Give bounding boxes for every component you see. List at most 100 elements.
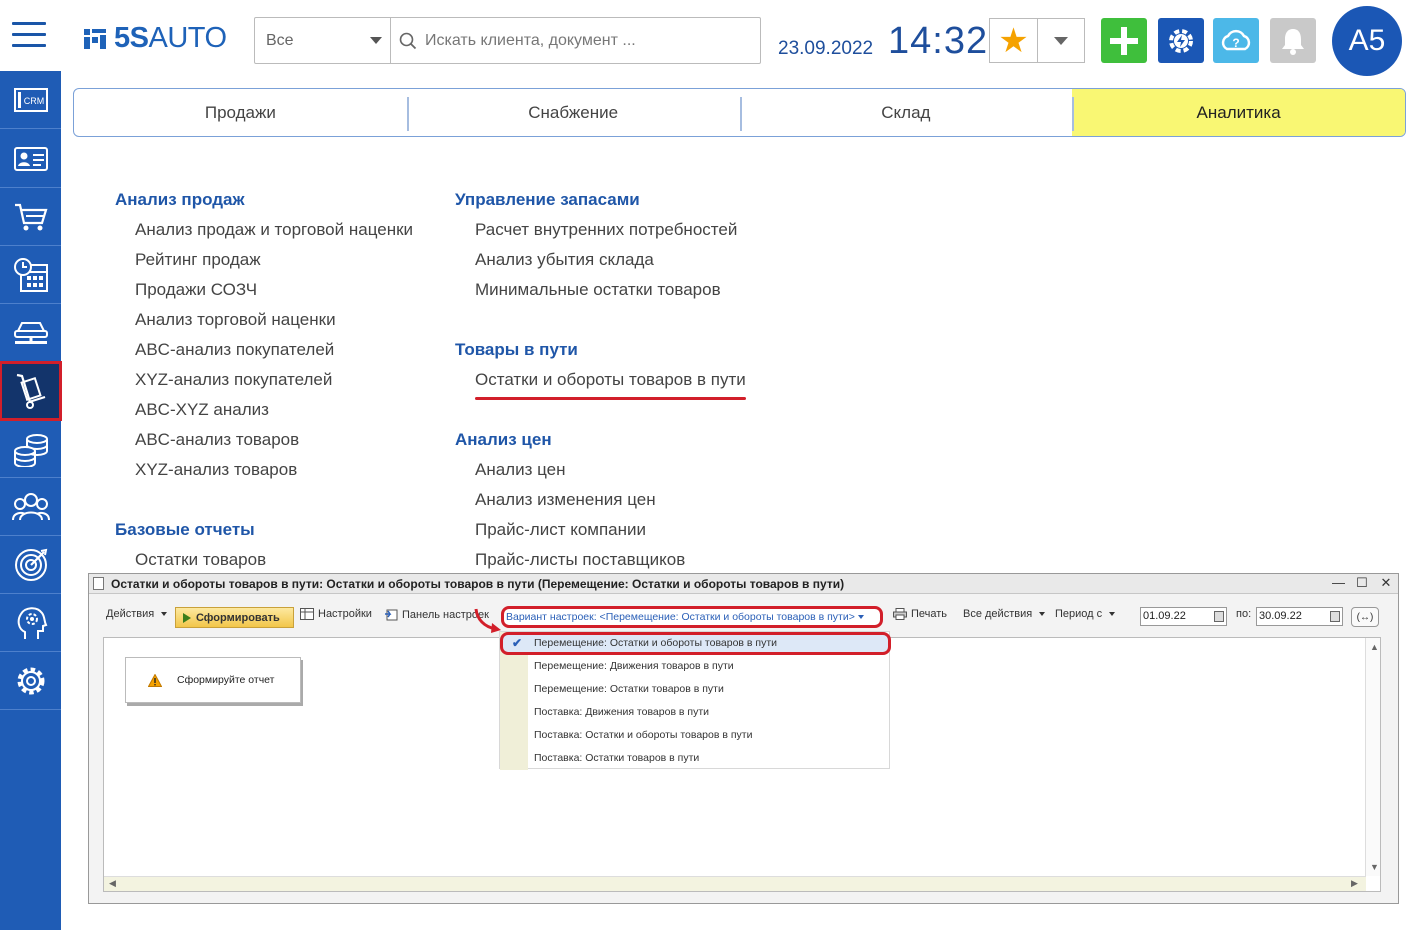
period-select-button[interactable]: (↔) bbox=[1351, 607, 1379, 627]
global-search: Все Искать клиента, документ ... bbox=[254, 17, 761, 64]
menu-link[interactable]: ABC-анализ товаров bbox=[115, 429, 413, 459]
variant-option[interactable]: Перемещение: Остатки и обороты товаров в… bbox=[534, 633, 777, 653]
group-title-goods-in-transit: Товары в пути bbox=[455, 340, 578, 359]
menu-link[interactable]: Прайс-лист компании bbox=[455, 519, 746, 549]
current-time: 14:32 bbox=[888, 20, 989, 62]
menu-link[interactable]: Анализ убытия склада bbox=[455, 249, 746, 279]
all-actions-label: Все действия bbox=[963, 608, 1033, 620]
tab-sales[interactable]: Продажи bbox=[74, 89, 407, 136]
hamburger-menu-icon[interactable] bbox=[12, 22, 46, 48]
period-to-field[interactable]: 30.09.22 bbox=[1256, 607, 1343, 626]
schedule-calendar-icon bbox=[13, 257, 48, 292]
settings-grid-icon bbox=[300, 608, 314, 620]
printer-icon bbox=[893, 608, 907, 620]
variant-option[interactable]: Поставка: Остатки и обороты товаров в пу… bbox=[534, 725, 752, 745]
menu-link[interactable]: XYZ-анализ покупателей bbox=[115, 369, 413, 399]
menu-link[interactable]: Анализ цен bbox=[455, 459, 746, 489]
group-title-stock-management: Управление запасами bbox=[455, 190, 640, 209]
chevron-down-icon bbox=[1054, 36, 1068, 45]
tab-analytics[interactable]: Аналитика bbox=[1072, 89, 1405, 136]
sidebar-item-analytics[interactable] bbox=[0, 594, 61, 652]
print-button[interactable]: Печать bbox=[893, 608, 947, 620]
generate-label: Сформировать bbox=[196, 611, 280, 624]
menu-column-left: Анализ продаж Анализ продаж и торговой н… bbox=[115, 189, 413, 579]
sidebar: CRM bbox=[0, 71, 62, 930]
menu-link[interactable]: Продажи СОЗЧ bbox=[115, 279, 413, 309]
service-settings-button[interactable] bbox=[1158, 18, 1204, 63]
menu-link[interactable]: Анализ изменения цен bbox=[455, 489, 746, 519]
menu-link-goods-in-transit[interactable]: Остатки и обороты товаров в пути bbox=[455, 369, 746, 400]
variant-option[interactable]: Перемещение: Остатки товаров в пути bbox=[534, 679, 724, 699]
app-logo[interactable]: 5SAUTO bbox=[82, 22, 227, 54]
actions-menu[interactable]: Действия bbox=[106, 608, 168, 620]
menu-link[interactable]: Расчет внутренних потребностей bbox=[455, 219, 746, 249]
warehouse-trolley-icon bbox=[16, 373, 45, 409]
close-button[interactable]: ✕ bbox=[1380, 575, 1392, 591]
calendar-icon[interactable] bbox=[1214, 611, 1224, 622]
minimize-button[interactable]: — bbox=[1332, 575, 1345, 591]
sidebar-item-settings[interactable] bbox=[0, 652, 61, 710]
group-title-base-reports: Базовые отчеты bbox=[115, 520, 255, 539]
variant-option[interactable]: Перемещение: Движения товаров в пути bbox=[534, 656, 734, 676]
calendar-icon[interactable] bbox=[1330, 611, 1340, 622]
tab-warehouse[interactable]: Склад bbox=[739, 89, 1073, 136]
menu-link[interactable]: ABC-анализ покупателей bbox=[115, 339, 413, 369]
horizontal-scrollbar[interactable]: ◀ ▶ bbox=[104, 876, 1366, 891]
scroll-up-icon[interactable]: ▲ bbox=[1370, 642, 1379, 652]
sidebar-item-service[interactable] bbox=[0, 304, 61, 362]
settings-button[interactable]: Настройки bbox=[300, 608, 372, 620]
maximize-button[interactable]: ☐ bbox=[1356, 575, 1368, 591]
annotation-arrow-icon bbox=[474, 608, 501, 633]
sidebar-item-crm[interactable]: CRM bbox=[0, 71, 61, 129]
sidebar-item-clients[interactable] bbox=[0, 478, 61, 536]
vertical-scrollbar[interactable]: ▲ ▼ bbox=[1365, 638, 1380, 876]
menu-link[interactable]: XYZ-анализ товаров bbox=[115, 459, 413, 489]
user-avatar[interactable]: А5 bbox=[1332, 6, 1402, 76]
chevron-down-icon bbox=[161, 612, 168, 616]
sidebar-item-contacts[interactable] bbox=[0, 130, 61, 188]
scroll-left-icon[interactable]: ◀ bbox=[109, 878, 116, 889]
settings-label: Настройки bbox=[318, 608, 372, 620]
sidebar-item-finance[interactable] bbox=[0, 420, 61, 478]
variant-option[interactable]: Поставка: Остатки товаров в пути bbox=[534, 748, 699, 768]
period-to-label: по: bbox=[1236, 608, 1252, 620]
generate-report-button[interactable]: Сформировать bbox=[175, 607, 294, 628]
plus-icon bbox=[1110, 26, 1138, 55]
menu-link[interactable]: ABC-XYZ анализ bbox=[115, 399, 413, 429]
tab-supply[interactable]: Снабжение bbox=[406, 89, 740, 136]
scroll-down-icon[interactable]: ▼ bbox=[1370, 862, 1379, 872]
menu-link[interactable]: Анализ торговой наценки bbox=[115, 309, 413, 339]
search-input[interactable]: Искать клиента, документ ... bbox=[391, 18, 760, 63]
period-to-value: 30.09.22 bbox=[1259, 610, 1302, 622]
menu-link[interactable]: Рейтинг продаж bbox=[115, 249, 413, 279]
top-bar: 5SAUTO Все Искать клиента, документ ... … bbox=[0, 0, 1414, 80]
shopping-cart-icon bbox=[14, 203, 47, 230]
search-scope-select[interactable]: Все bbox=[255, 18, 391, 63]
add-button[interactable] bbox=[1101, 18, 1147, 63]
period-from-field[interactable]: 01.09.22 bbox=[1140, 607, 1227, 626]
settings-gear-icon bbox=[17, 667, 44, 694]
panel-icon bbox=[385, 609, 398, 621]
variant-option[interactable]: Поставка: Движения товаров в пути bbox=[534, 702, 709, 722]
favorites-dropdown-button[interactable] bbox=[1038, 19, 1084, 62]
sidebar-item-orders[interactable] bbox=[0, 188, 61, 246]
chevron-down-icon bbox=[1039, 612, 1046, 616]
highlighted-link-label: Остатки и обороты товаров в пути bbox=[475, 370, 746, 400]
print-label: Печать bbox=[911, 608, 948, 620]
sidebar-item-marketing[interactable] bbox=[0, 536, 61, 594]
period-from-menu[interactable]: Период с bbox=[1055, 608, 1116, 620]
sidebar-item-warehouse[interactable] bbox=[0, 361, 62, 421]
car-lift-icon bbox=[13, 321, 48, 344]
menu-link[interactable]: Анализ продаж и торговой наценки bbox=[115, 219, 413, 249]
sidebar-item-schedule[interactable] bbox=[0, 246, 61, 304]
star-icon[interactable]: ★ bbox=[990, 19, 1038, 62]
target-icon bbox=[14, 548, 47, 581]
logo-text: 5SAUTO bbox=[114, 21, 227, 54]
scroll-right-icon[interactable]: ▶ bbox=[1351, 878, 1358, 889]
notifications-button[interactable] bbox=[1270, 18, 1316, 63]
help-button[interactable]: ? bbox=[1213, 18, 1259, 63]
all-actions-menu[interactable]: Все действия bbox=[963, 608, 1046, 620]
contacts-card-icon bbox=[13, 146, 48, 171]
settings-variant-select[interactable]: Вариант настроек: <Перемещение: Остатки … bbox=[501, 606, 883, 628]
menu-link[interactable]: Минимальные остатки товаров bbox=[455, 279, 746, 309]
